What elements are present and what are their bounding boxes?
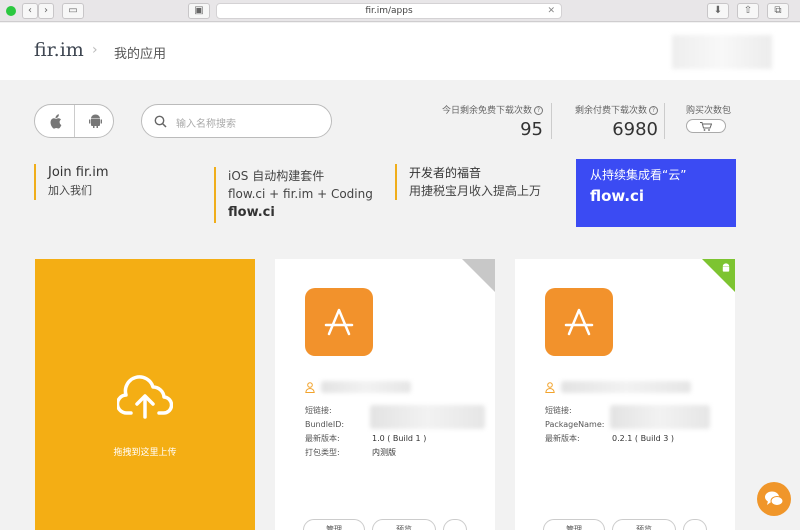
app-name [561,381,691,393]
version-value: 1.0 ( Build 1 ) [372,434,427,443]
search-placeholder: 输入名称搜索 [176,119,236,130]
platform-corner [462,259,495,292]
app-icon[interactable] [305,288,373,356]
short-link-value[interactable] [370,405,485,429]
cart-icon [700,121,712,131]
paid-downloads-stat: 剩余付费下载次数? 6980 [575,103,658,140]
promo-subtitle: flow.ci + fir.im + Coding [228,187,373,201]
help-icon[interactable]: ? [649,106,658,115]
app-store-icon [324,308,354,336]
preview-button[interactable]: 预览 [612,519,676,530]
short-link-value[interactable] [610,405,710,429]
user-icon [545,381,555,393]
site-header: fir.im › 我的应用 [0,23,800,80]
sidebar-icon[interactable]: ▭ [62,3,84,19]
buy-pack-label: 购买次数包 [686,106,732,116]
upload-label: 拖拽到这里上传 [113,448,177,458]
help-icon[interactable]: ? [534,106,543,115]
free-downloads-value: 95 [520,119,543,140]
buy-pack-button[interactable] [686,119,726,133]
filter-ios-button[interactable] [35,105,75,137]
more-button[interactable] [443,519,467,530]
featured-brand: flow.ci [590,187,645,205]
promo-tax[interactable]: 开发者的福音 用捷税宝月收入提高上万 [395,164,565,200]
filter-android-button[interactable] [75,105,115,137]
upload-dropzone[interactable]: 拖拽到这里上传 [35,259,255,530]
manage-button[interactable]: 管理 [543,519,605,530]
short-link-label: 短链接: [305,406,332,415]
preview-button[interactable]: 预览 [372,519,436,530]
app-card[interactable]: 短链接: BundleID: 最新版本: 打包类型: 1.0 ( Build 1… [275,259,495,530]
forward-button[interactable]: › [38,3,54,19]
avatar[interactable] [672,35,772,69]
android-icon [722,263,730,272]
promo-subtitle: 加入我们 [48,184,92,197]
bundle-id-label: BundleID: [305,420,345,429]
search-icon [154,115,167,128]
apple-icon [50,113,61,129]
promo-title: iOS 自动构建套件 [228,169,325,183]
package-name-label: PackageName: [545,420,605,429]
free-downloads-stat: 今日剩余免费下载次数? 95 [442,103,543,140]
tabs-icon[interactable]: ⧉ [767,3,789,19]
promo-title: Join fir.im [48,165,109,180]
url-text: fir.im/apps [365,6,413,16]
logo[interactable]: fir.im [34,39,84,61]
more-button[interactable] [683,519,707,530]
breadcrumb[interactable]: 我的应用 [114,43,166,62]
back-button[interactable]: ‹ [22,3,38,19]
featured-title: 从持续集成看“云” [590,168,687,182]
stat-divider [664,103,665,139]
paid-downloads-label: 剩余付费下载次数 [574,106,647,116]
address-bar[interactable]: fir.im/apps ✕ [216,3,562,19]
app-card[interactable]: 短链接: PackageName: 最新版本: 0.2.1 ( Build 3 … [515,259,735,530]
paid-downloads-value: 6980 [612,119,658,140]
stat-divider [551,103,552,139]
version-label: 最新版本: [545,434,580,443]
app-icon[interactable] [545,288,613,356]
free-downloads-label: 今日剩余免费下载次数 [441,106,532,116]
breadcrumb-separator: › [92,42,98,58]
user-icon [305,381,315,393]
platform-filter [34,104,114,138]
android-icon [88,114,102,128]
search-box[interactable]: 输入名称搜索 [141,104,332,138]
promo-title: 开发者的福音 [409,166,482,180]
short-link-label: 短链接: [545,406,572,415]
promo-flowci[interactable]: iOS 自动构建套件 flow.ci + fir.im + Coding flo… [214,167,384,223]
build-type-label: 打包类型: [305,448,340,457]
promo-join[interactable]: Join fir.im 加入我们 [34,164,194,200]
window-zoom-button[interactable] [6,6,16,16]
build-type-value: 内测版 [372,448,396,457]
promo-brand: flow.ci [228,205,275,220]
promo-subtitle: 用捷税宝月收入提高上万 [409,184,542,198]
chat-button[interactable] [757,482,791,516]
featured-promo[interactable]: 从持续集成看“云” flow.ci [576,159,736,227]
cloud-upload-icon [117,375,173,419]
version-value: 0.2.1 ( Build 3 ) [612,434,674,443]
download-icon[interactable]: ⬇ [707,3,729,19]
reader-icon[interactable]: ▣ [188,3,210,19]
share-icon[interactable]: ⇧ [737,3,759,19]
app-name [321,381,411,393]
version-label: 最新版本: [305,434,340,443]
browser-toolbar: ‹ › ▭ ▣ fir.im/apps ✕ ⬇ ⇧ ⧉ [0,0,800,22]
chat-bubble-icon [765,491,784,506]
app-store-icon [564,308,594,336]
close-icon[interactable]: ✕ [547,4,555,18]
manage-button[interactable]: 管理 [303,519,365,530]
